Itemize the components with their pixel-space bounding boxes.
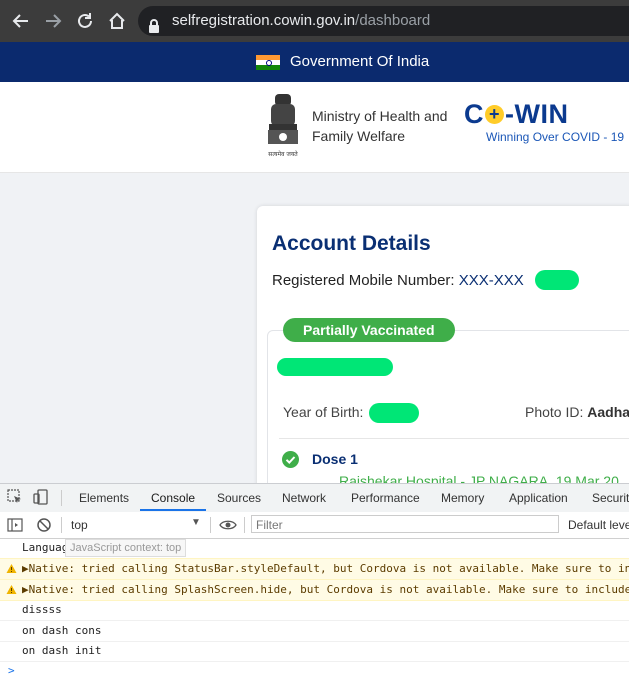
filter-input[interactable]: Filter xyxy=(251,515,559,533)
tab-memory[interactable]: Memory xyxy=(441,491,484,505)
dashboard-content: Account Details Registered Mobile Number… xyxy=(0,173,629,506)
tab-network[interactable]: Network xyxy=(282,491,326,505)
year-of-birth: Year of Birth: xyxy=(283,404,363,420)
india-flag-icon xyxy=(256,55,280,70)
console-log-row: on dash init xyxy=(0,641,629,662)
console-log-row: dissss xyxy=(0,600,629,621)
sidebar-toggle-icon[interactable] xyxy=(7,517,23,533)
separator xyxy=(210,517,211,533)
tab-console[interactable]: Console xyxy=(151,491,195,505)
console-warning-row[interactable]: ▶Native: tried calling SplashScreen.hide… xyxy=(0,579,629,601)
account-title: Account Details xyxy=(272,232,431,255)
tab-elements[interactable]: Elements xyxy=(79,491,129,505)
tab-performance[interactable]: Performance xyxy=(351,491,420,505)
log-text: ▶Native: tried calling StatusBar.styleDe… xyxy=(22,562,629,575)
log-levels-select[interactable]: Default leve xyxy=(568,518,629,532)
national-emblem-icon: सत्यमेव जयते xyxy=(262,92,304,160)
url-path: /dashboard xyxy=(355,12,431,29)
photo-id-label: Photo ID: xyxy=(525,404,584,420)
tab-security[interactable]: Securit xyxy=(592,491,629,505)
separator xyxy=(244,517,245,533)
active-tab-indicator xyxy=(140,509,206,511)
warning-icon xyxy=(6,580,17,600)
mobile-label: Registered Mobile Number: xyxy=(272,272,455,289)
browser-toolbar: selfregistration.cowin.gov.in/dashboard xyxy=(0,0,629,42)
url-text: selfregistration.cowin.gov.in/dashboard xyxy=(172,6,430,36)
gov-banner: Government Of India xyxy=(0,42,629,82)
context-tooltip: JavaScript context: top xyxy=(65,539,187,557)
inspect-element-icon[interactable] xyxy=(7,489,23,505)
dropdown-arrow-icon[interactable]: ▼ xyxy=(191,517,201,528)
clear-console-icon[interactable] xyxy=(36,517,52,533)
photo-id: Photo ID: Aadha xyxy=(525,404,629,420)
yob-label: Year of Birth: xyxy=(283,404,364,420)
log-text: on dash cons xyxy=(22,624,102,637)
context-select[interactable]: top xyxy=(71,518,88,532)
back-arrow-icon[interactable] xyxy=(8,8,34,34)
lock-icon xyxy=(148,14,160,44)
console-warning-row[interactable]: ▶Native: tried calling StatusBar.styleDe… xyxy=(0,558,629,580)
tab-application[interactable]: Application xyxy=(509,491,568,505)
site-header: सत्यमेव जयते Ministry of Health and Fami… xyxy=(0,82,629,173)
home-icon[interactable] xyxy=(104,8,130,34)
redaction-mark xyxy=(277,358,393,376)
console-toolbar: top ▼ Filter Default leve xyxy=(0,512,629,539)
tab-sources[interactable]: Sources xyxy=(217,491,261,505)
cowin-tagline: Winning Over COVID - 19 xyxy=(486,130,625,144)
cowin-logo[interactable]: C + -WIN xyxy=(464,99,568,130)
log-text: on dash init xyxy=(22,644,102,657)
vaccination-status-badge: Partially Vaccinated xyxy=(283,318,455,342)
photo-id-value: Aadha xyxy=(587,404,629,420)
check-circle-icon xyxy=(282,451,299,468)
divider xyxy=(279,438,629,439)
registered-mobile: Registered Mobile Number: XXX-XXX xyxy=(272,272,524,289)
plus-icon: + xyxy=(485,105,504,124)
reload-icon[interactable] xyxy=(72,8,98,34)
mobile-value: XXX-XXX xyxy=(458,272,524,289)
dose-label: Dose 1 xyxy=(312,451,358,467)
emblem-caption: सत्यमेव जयते xyxy=(268,150,298,158)
separator xyxy=(61,517,62,533)
ministry-line2: Family Welfare xyxy=(312,128,406,144)
device-toolbar-icon[interactable] xyxy=(33,489,49,505)
ministry-line1: Ministry of Health and xyxy=(312,108,448,124)
ministry-name: Ministry of Health and Family Welfare xyxy=(312,106,447,146)
prompt-chevron-icon: > xyxy=(8,664,15,677)
console-prompt[interactable]: > xyxy=(0,661,629,681)
redaction-mark xyxy=(369,403,419,423)
log-text: ▶Native: tried calling SplashScreen.hide… xyxy=(22,583,629,596)
eye-icon[interactable] xyxy=(219,517,237,533)
url-host: selfregistration.cowin.gov.in xyxy=(172,12,356,29)
warning-icon xyxy=(6,559,17,579)
cowin-logo-c: C xyxy=(464,99,484,129)
console-log-row: on dash cons xyxy=(0,621,629,642)
forward-arrow-icon[interactable] xyxy=(40,8,66,34)
redaction-mark xyxy=(535,270,579,290)
gov-banner-text: Government Of India xyxy=(290,53,430,70)
cowin-logo-text: -WIN xyxy=(505,99,569,129)
log-text: dissss xyxy=(22,603,62,616)
account-card: Account Details Registered Mobile Number… xyxy=(257,206,629,506)
devtools-tabbar: Elements Console Sources Network Perform… xyxy=(0,483,629,513)
address-bar[interactable]: selfregistration.cowin.gov.in/dashboard xyxy=(138,6,629,36)
separator xyxy=(61,490,62,506)
